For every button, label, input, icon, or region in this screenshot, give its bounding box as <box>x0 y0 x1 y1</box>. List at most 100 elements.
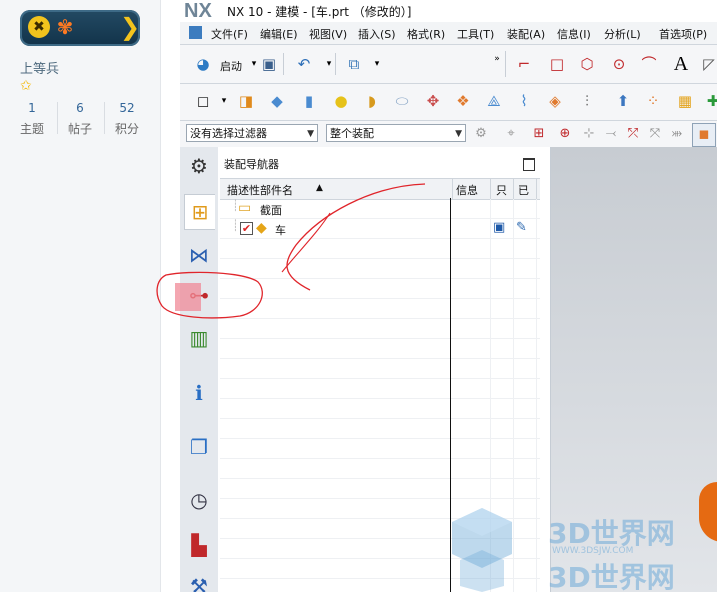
rectangle-icon[interactable]: □ <box>546 53 568 75</box>
menu-view[interactable]: 视图(V) <box>309 26 347 42</box>
palette-icon[interactable]: ▙ <box>184 528 214 562</box>
tree-row-label: 截面 <box>260 204 282 217</box>
start-icon[interactable]: ◕ <box>192 53 214 75</box>
surface-icon[interactable]: ⌇ <box>513 90 535 112</box>
column-splitter[interactable] <box>450 198 451 592</box>
constraint-navigator-icon[interactable]: ⋈ <box>184 238 214 272</box>
sketch-plane-icon[interactable]: ◻ <box>192 90 214 112</box>
column-readonly[interactable]: 只 <box>496 182 507 198</box>
graphics-window[interactable] <box>551 147 717 592</box>
sort-ascending-icon[interactable]: ▲ <box>316 183 323 193</box>
midpoint-icon[interactable]: ⤙ <box>600 123 622 145</box>
start-button[interactable]: 启动 <box>220 58 242 74</box>
undo-icon[interactable]: ↶ <box>293 53 315 75</box>
menu-edit[interactable]: 编辑(E) <box>260 26 298 42</box>
roles-icon[interactable]: ⚒ <box>184 569 214 592</box>
extrude-icon[interactable]: ◨ <box>235 90 257 112</box>
tree-row-part[interactable]: ┊ ✔ ◆ 车 ▣ ✎ <box>220 219 540 239</box>
datum-icon[interactable]: ✥ <box>422 90 444 112</box>
save-icon[interactable]: ▣ <box>258 53 280 75</box>
line-icon[interactable]: ⌐ <box>513 53 535 75</box>
sketch-icon[interactable]: ◸ <box>698 53 717 75</box>
copy-icon[interactable]: ⧉ <box>343 53 365 75</box>
divider <box>513 199 514 592</box>
menu-file[interactable]: 文件(F) <box>211 26 248 42</box>
menu-information[interactable]: 信息(I) <box>557 26 591 42</box>
reuse-library-icon[interactable]: ▥ <box>184 321 214 355</box>
menu-assembly[interactable]: 装配(A) <box>507 26 545 42</box>
snap-icon[interactable]: ⌖ <box>500 123 522 145</box>
move-icon[interactable]: ⬆ <box>612 90 634 112</box>
cylinder-icon[interactable]: ▮ <box>298 90 320 112</box>
nx-window: NX NX 10 - 建模 - [车.prt （修改的）] 文件(F) 编辑(E… <box>180 0 717 592</box>
intersection-icon[interactable]: ⤧ <box>644 123 666 145</box>
grid-snap-icon[interactable]: ⊹ <box>578 123 600 145</box>
stat-value[interactable]: 1 <box>9 101 55 115</box>
selection-filter-dropdown[interactable]: 没有选择过滤器 ▼ <box>186 124 318 142</box>
chevron-down-icon: ▼ <box>307 129 314 139</box>
menu-insert[interactable]: 插入(S) <box>358 26 396 42</box>
endpoint-icon[interactable]: ⤱ <box>622 123 644 145</box>
revolve-icon[interactable]: ◗ <box>361 90 383 112</box>
scope-dropdown[interactable]: 整个装配 ▼ <box>326 124 466 142</box>
chevron-right-icon[interactable]: ❯ <box>120 14 140 42</box>
stat-value[interactable]: 6 <box>57 101 103 115</box>
title-bar: NX NX 10 - 建模 - [车.prt （修改的）] <box>180 0 717 22</box>
block-icon[interactable]: ◆ <box>266 90 288 112</box>
resource-bar: ⚙ ⊞ ⋈ ⊶ ▥ ℹ ❐ ◷ ▙ ⚒ <box>180 147 219 592</box>
model-part[interactable] <box>699 482 717 542</box>
edit-icon[interactable]: ✎ <box>516 220 527 235</box>
add-icon[interactable]: ✚ <box>702 90 717 112</box>
tree-row-label: 车 <box>275 224 286 237</box>
menu-tools[interactable]: 工具(T) <box>457 26 494 42</box>
solid-filter-icon[interactable]: ◼ <box>692 123 716 147</box>
part-icon: ◆ <box>256 220 267 236</box>
tree-row-section[interactable]: ┊ ▭ 截面 <box>220 199 540 219</box>
gear-icon[interactable]: ⚙ <box>184 149 214 183</box>
sphere-icon[interactable]: ● <box>330 90 352 112</box>
polygon-icon[interactable]: ⬡ <box>576 53 598 75</box>
divider <box>490 179 491 199</box>
selection-filter-value: 没有选择过滤器 <box>190 127 267 140</box>
rank-badge: ✖ ✾ ❯ <box>20 10 140 46</box>
column-name[interactable]: 描述性部件名 <box>227 182 293 198</box>
crosshair-icon[interactable]: ⊕ <box>554 123 576 145</box>
chevron-down-icon[interactable]: ▾ <box>213 90 235 112</box>
stat-topics[interactable]: 1 主题 <box>9 101 55 137</box>
quadrant-icon[interactable]: ⤕ <box>666 123 688 145</box>
divider <box>513 179 514 199</box>
select-point-icon[interactable]: ⊞ <box>528 123 550 145</box>
selection-bar: 没有选择过滤器 ▼ 整个装配 ▼ ⚙ ⌖ ⊞ ⊕ ⊹ ⤙ ⤱ ⤧ ⤕ ◼ <box>180 121 717 148</box>
text-icon[interactable]: A <box>670 53 692 75</box>
save-icon[interactable]: ▣ <box>493 220 505 235</box>
stat-value[interactable]: 52 <box>104 101 150 115</box>
thread-icon[interactable]: ⫶ <box>576 90 598 112</box>
chevron-down-icon[interactable]: ▾ <box>366 53 388 75</box>
part-navigator-icon[interactable]: ⊶ <box>184 278 214 312</box>
circle-icon[interactable]: ⊙ <box>608 53 630 75</box>
pattern-icon[interactable]: ❖ <box>452 90 474 112</box>
info-icon[interactable]: ℹ <box>184 376 214 410</box>
web-browser-icon[interactable]: ❐ <box>184 430 214 464</box>
stat-points[interactable]: 52 积分 <box>104 101 150 137</box>
column-modified[interactable]: 已 <box>518 182 529 198</box>
sweep-icon[interactable]: ⟁ <box>483 90 505 112</box>
star-icon: ✩ <box>20 78 32 94</box>
chevron-down-icon[interactable]: ▾ <box>318 53 340 75</box>
tube-icon[interactable]: ⬭ <box>391 90 413 112</box>
arc-icon[interactable]: ⌒ <box>638 53 660 75</box>
trim-icon[interactable]: ◈ <box>544 90 566 112</box>
column-info[interactable]: 信息 <box>456 182 478 198</box>
menu-preferences[interactable]: 首选项(P) <box>659 26 707 42</box>
menu-analysis[interactable]: 分析(L) <box>604 26 641 42</box>
maximize-icon[interactable] <box>523 158 535 171</box>
navigator-tree <box>220 199 540 592</box>
menu-format[interactable]: 格式(R) <box>407 26 445 42</box>
history-clock-icon[interactable]: ◷ <box>184 483 214 517</box>
assembly-navigator-icon[interactable]: ⊞ <box>184 194 215 230</box>
stat-posts[interactable]: 6 帖子 <box>57 101 103 137</box>
checkbox[interactable]: ✔ <box>240 222 253 235</box>
assembly-icon[interactable]: ▦ <box>674 90 696 112</box>
array-icon[interactable]: ⁘ <box>642 90 664 112</box>
filter-settings-icon[interactable]: ⚙ <box>470 123 492 145</box>
